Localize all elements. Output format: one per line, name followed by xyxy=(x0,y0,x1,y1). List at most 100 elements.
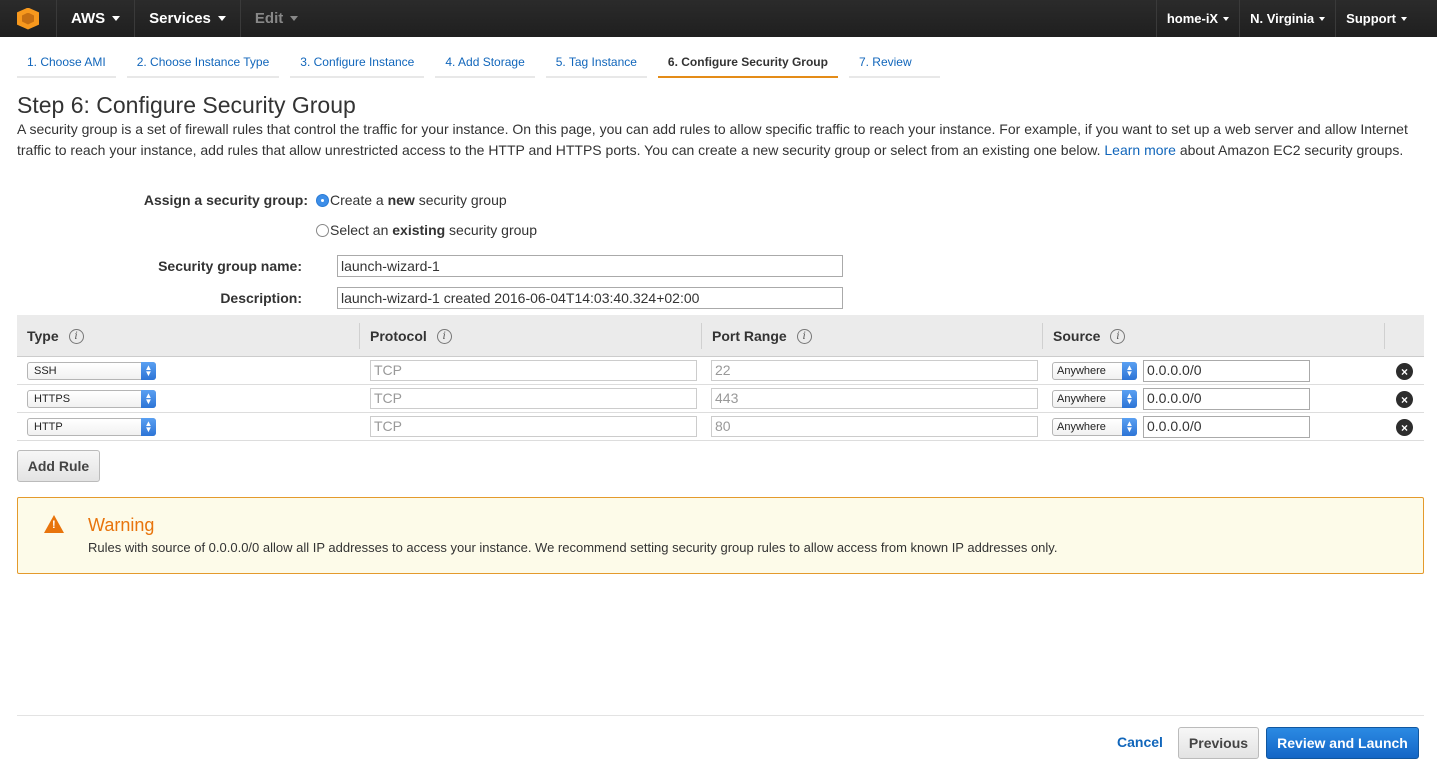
tab-review[interactable]: 7. Review xyxy=(848,49,940,78)
support-label: Support xyxy=(1346,11,1396,26)
info-icon[interactable]: i xyxy=(68,328,84,344)
column-divider xyxy=(1042,323,1043,349)
chevron-down-icon xyxy=(290,16,299,21)
tab-tag-instance[interactable]: 5. Tag Instance xyxy=(545,49,647,78)
previous-button[interactable]: Previous xyxy=(1178,727,1259,759)
table-row: SSH ▲ ▼ TCP 22 Anywhere ▲ ▼ 0.0.0.0/0 × xyxy=(17,357,1424,385)
select-arrows-icon: ▲ ▼ xyxy=(141,390,156,408)
remove-rule-icon[interactable]: × xyxy=(1396,363,1413,380)
header-type-label: Type xyxy=(27,328,59,344)
rule-source-value: Anywhere xyxy=(1057,393,1106,405)
remove-rule-icon[interactable]: × xyxy=(1396,419,1413,436)
column-divider xyxy=(359,323,360,349)
select-arrows-icon: ▲ ▼ xyxy=(1122,362,1137,380)
wizard-steps: 1. Choose AMI 2. Choose Instance Type 3.… xyxy=(17,49,951,78)
edit-label: Edit xyxy=(254,10,284,27)
rule-protocol-field: TCP xyxy=(370,388,697,409)
chevron-down-icon xyxy=(1401,16,1407,21)
radio-existing-option[interactable]: Select an existing security group xyxy=(316,222,537,238)
rule-type-select[interactable]: HTTP ▲ ▼ xyxy=(27,418,156,436)
region-label: N. Virginia xyxy=(1250,11,1315,26)
page-title: Step 6: Configure Security Group xyxy=(17,92,356,118)
top-nav-bar: AWS Services Edit home-iX N. Virginia Su… xyxy=(0,0,1437,37)
column-divider xyxy=(1384,323,1385,349)
radio-new-option[interactable]: Create a new security group xyxy=(316,192,507,208)
rule-cidr-input[interactable]: 0.0.0.0/0 xyxy=(1143,388,1310,410)
services-menu[interactable]: Services xyxy=(134,0,240,37)
edit-menu[interactable]: Edit xyxy=(239,0,312,37)
description-label: Description: xyxy=(220,290,302,306)
name-row: Security group name: xyxy=(17,255,843,277)
header-source: Source i xyxy=(1053,315,1126,357)
info-icon[interactable]: i xyxy=(436,328,452,344)
warning-title: Warning xyxy=(88,515,155,535)
chevron-down-icon xyxy=(1319,16,1326,21)
review-and-launch-button[interactable]: Review and Launch xyxy=(1266,727,1419,759)
security-group-name-input[interactable] xyxy=(337,255,843,277)
radio-existing-prefix: Select an xyxy=(330,222,393,238)
brand-label: AWS xyxy=(71,10,106,27)
rule-source-select[interactable]: Anywhere ▲ ▼ xyxy=(1052,418,1137,436)
add-rule-button[interactable]: Add Rule xyxy=(17,450,100,482)
rule-port-field: 443 xyxy=(711,388,1038,409)
radio-new-suffix: security group xyxy=(414,192,507,208)
rule-source-select[interactable]: Anywhere ▲ ▼ xyxy=(1052,390,1137,408)
radio-new[interactable] xyxy=(316,193,329,207)
rule-port-field: 22 xyxy=(711,360,1038,381)
cancel-button[interactable]: Cancel xyxy=(1117,734,1163,750)
info-icon[interactable]: i xyxy=(796,328,812,344)
name-label: Security group name: xyxy=(158,258,302,274)
chevron-down-icon xyxy=(1223,16,1230,21)
rule-type-value: HTTPS xyxy=(34,393,71,405)
select-arrows-icon: ▲ ▼ xyxy=(141,418,156,436)
rule-source-value: Anywhere xyxy=(1057,365,1106,377)
rules-table-header: Type i Protocol i Port Range i Source i xyxy=(17,315,1424,357)
radio-new-bold: new xyxy=(387,192,415,208)
chevron-down-icon xyxy=(112,16,121,21)
chevron-down-icon xyxy=(217,16,226,21)
radio-existing[interactable] xyxy=(316,223,329,237)
assign-row: Assign a security group: Create a new se… xyxy=(17,192,507,208)
radio-existing-bold: existing xyxy=(392,222,446,238)
footer-divider xyxy=(17,715,1424,716)
aws-logo-icon[interactable] xyxy=(0,0,56,37)
select-arrows-icon: ▲ ▼ xyxy=(141,362,156,380)
tab-configure-security-group[interactable]: 6. Configure Security Group xyxy=(657,49,838,78)
rule-protocol-field: TCP xyxy=(370,360,697,381)
rule-cidr-input[interactable]: 0.0.0.0/0 xyxy=(1143,360,1310,382)
region-menu[interactable]: N. Virginia xyxy=(1239,0,1335,37)
tab-choose-ami[interactable]: 1. Choose AMI xyxy=(17,49,116,78)
learn-more-link[interactable]: Learn more xyxy=(1104,142,1176,158)
remove-rule-icon[interactable]: × xyxy=(1396,391,1413,408)
account-menu[interactable]: home-iX xyxy=(1155,0,1239,37)
header-source-label: Source xyxy=(1053,328,1101,344)
radio-existing-suffix: security group xyxy=(445,222,537,238)
account-label: home-iX xyxy=(1166,11,1219,26)
rule-type-select[interactable]: SSH ▲ ▼ xyxy=(27,362,156,380)
rule-source-select[interactable]: Anywhere ▲ ▼ xyxy=(1052,362,1137,380)
services-label: Services xyxy=(149,10,211,27)
tab-add-storage[interactable]: 4. Add Storage xyxy=(435,49,535,78)
tab-choose-instance-type[interactable]: 2. Choose Instance Type xyxy=(126,49,280,78)
warning-panel: ! Warning Rules with source of 0.0.0.0/0… xyxy=(17,497,1424,574)
radio-new-prefix: Create a xyxy=(330,192,388,208)
select-arrows-icon: ▲ ▼ xyxy=(1122,418,1137,436)
rule-type-value: HTTP xyxy=(34,421,63,433)
rule-type-value: SSH xyxy=(34,365,57,377)
support-menu[interactable]: Support xyxy=(1335,0,1437,37)
rule-port-field: 80 xyxy=(711,416,1038,437)
table-row: HTTP ▲ ▼ TCP 80 Anywhere ▲ ▼ 0.0.0.0/0 × xyxy=(17,413,1424,441)
header-protocol-label: Protocol xyxy=(370,328,427,344)
info-icon[interactable]: i xyxy=(1110,328,1126,344)
tab-configure-instance[interactable]: 3. Configure Instance xyxy=(290,49,425,78)
rule-cidr-input[interactable]: 0.0.0.0/0 xyxy=(1143,416,1310,438)
brand-menu[interactable]: AWS xyxy=(56,0,134,37)
rule-type-select[interactable]: HTTPS ▲ ▼ xyxy=(27,390,156,408)
assign-label: Assign a security group: xyxy=(143,192,308,208)
select-arrows-icon: ▲ ▼ xyxy=(1122,390,1137,408)
rule-source-value: Anywhere xyxy=(1057,421,1106,433)
header-port-range: Port Range i xyxy=(712,315,812,357)
header-type: Type i xyxy=(27,315,84,357)
table-row: HTTPS ▲ ▼ TCP 443 Anywhere ▲ ▼ 0.0.0.0/0 × xyxy=(17,385,1424,413)
description-input[interactable] xyxy=(337,287,843,309)
